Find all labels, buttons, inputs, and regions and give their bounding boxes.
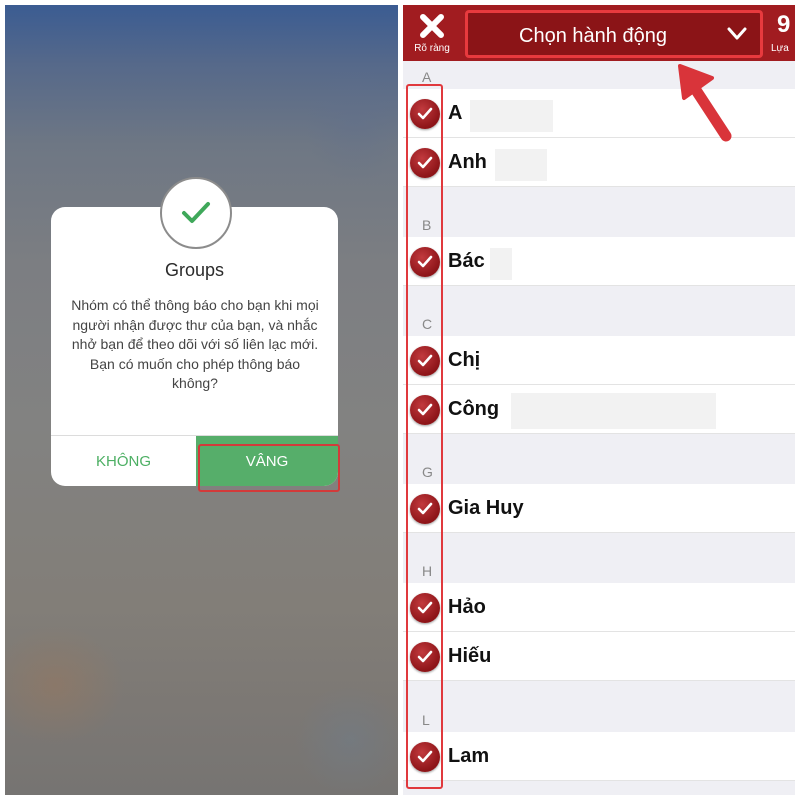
screenshot-collage: Groups Nhóm có thể thông báo cho bạn khi… (0, 0, 800, 800)
contact-name: Hiếu (448, 645, 492, 667)
section-letter: C (422, 316, 433, 332)
select-icon: 9 (777, 11, 791, 38)
contact-name: Gia Huy (448, 497, 524, 519)
top-toolbar: Rõ ràng Chọn hành động 9 Lựa (403, 5, 795, 61)
section-header-b: B (403, 187, 795, 237)
contact-row[interactable]: Công (403, 385, 795, 434)
checked-checkbox-icon[interactable] (410, 99, 440, 129)
background-blur-spot (305, 65, 398, 185)
section-header-c: C (403, 286, 795, 336)
redacted-text (495, 149, 547, 181)
contact-row[interactable]: Lam (403, 732, 795, 781)
checked-checkbox-icon[interactable] (410, 642, 440, 672)
section-letter: A (422, 69, 432, 85)
section-header-h: H (403, 533, 795, 583)
background-blur-spot (295, 685, 398, 795)
section-header-g: G (403, 434, 795, 484)
contact-name: A (448, 102, 463, 124)
section-letter: L (422, 712, 430, 728)
contact-name: Chị (448, 349, 481, 371)
section-letter: H (422, 563, 433, 579)
contact-row[interactable]: Hảo (403, 583, 795, 632)
checked-checkbox-icon[interactable] (410, 346, 440, 376)
checked-checkbox-icon[interactable] (410, 593, 440, 623)
redacted-text (511, 393, 716, 429)
section-header-l: L (403, 681, 795, 732)
redacted-text (490, 248, 512, 280)
background-blur-spot (5, 625, 125, 745)
chevron-down-icon (727, 27, 747, 40)
contact-row[interactable]: Hiếu (403, 632, 795, 681)
deny-button[interactable]: KHÔNG (51, 436, 196, 486)
contact-name: Hảo (448, 596, 486, 618)
pointer-arrow-icon (678, 64, 732, 142)
list-footer (403, 781, 795, 795)
checked-checkbox-icon[interactable] (410, 494, 440, 524)
choose-action-label: Chọn hành động (519, 25, 667, 47)
section-letter: B (422, 217, 432, 233)
checkmark-icon (160, 177, 232, 249)
clear-button[interactable]: Rõ ràng (403, 5, 461, 61)
clear-label: Rõ ràng (414, 43, 450, 54)
select-label: Lựa (771, 43, 789, 54)
contact-name: Bác (448, 250, 485, 272)
dialog-message: Nhóm có thể thông báo cho bạn khi mọi ng… (71, 297, 319, 391)
contact-name: Công (448, 398, 500, 420)
allow-button[interactable]: VÂNG (196, 436, 338, 486)
contact-name: Anh (448, 151, 487, 173)
close-icon (420, 14, 444, 38)
contact-row[interactable]: Gia Huy (403, 484, 795, 533)
contact-row[interactable]: Anh (403, 138, 795, 187)
checked-checkbox-icon[interactable] (410, 742, 440, 772)
checked-checkbox-icon[interactable] (410, 395, 440, 425)
contact-row[interactable]: Chị (403, 336, 795, 385)
contact-name: Lam (448, 745, 490, 767)
contact-row[interactable]: Bác (403, 237, 795, 286)
section-letter: G (422, 464, 433, 480)
dialog-title: Groups (164, 260, 225, 280)
checked-checkbox-icon[interactable] (410, 148, 440, 178)
checked-checkbox-icon[interactable] (410, 247, 440, 277)
choose-action-dropdown[interactable]: Chọn hành động (465, 10, 763, 58)
select-button[interactable]: 9 Lựa (767, 5, 795, 61)
redacted-text (470, 100, 553, 132)
